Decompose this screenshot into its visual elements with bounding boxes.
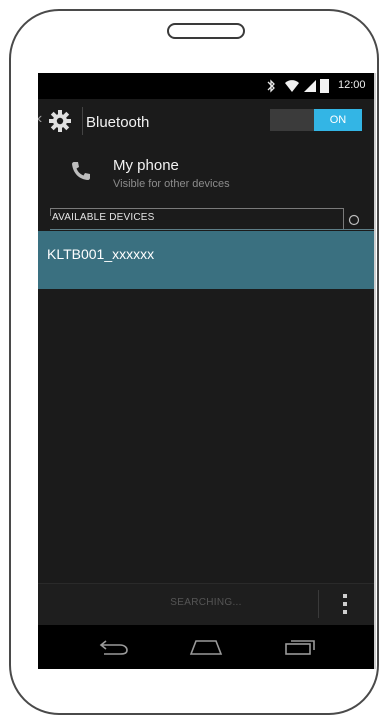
- screen-edge: [374, 73, 376, 669]
- list-item-device[interactable]: KLTB001_xxxxxx: [38, 231, 374, 289]
- status-bar: 12:00: [38, 73, 374, 99]
- status-time: 12:00: [338, 79, 366, 91]
- back-icon[interactable]: [98, 638, 130, 661]
- page-title: Bluetooth: [86, 114, 150, 131]
- bluetooth-toggle[interactable]: ON: [270, 109, 362, 131]
- signal-icon: [303, 79, 317, 96]
- section-divider-bottom: [50, 229, 374, 230]
- battery-icon: [320, 79, 329, 93]
- searching-status: SEARCHING...: [170, 597, 242, 608]
- bottom-bar-divider: [318, 590, 319, 618]
- phone-icon: [70, 160, 92, 187]
- section-divider-right: [343, 208, 344, 229]
- device-name: KLTB001_xxxxxx: [47, 246, 155, 262]
- my-phone-item[interactable]: My phone Visible for other devices: [38, 143, 374, 203]
- toggle-on-label: ON: [314, 109, 362, 131]
- available-devices-header: AVAILABLE DEVICES: [50, 208, 374, 230]
- section-divider-top: [50, 208, 344, 209]
- gear-icon[interactable]: [48, 109, 72, 138]
- home-icon[interactable]: [188, 638, 224, 661]
- overflow-menu-icon[interactable]: [342, 594, 348, 616]
- phone-screen: 12:00 ‹ Bluetooth O: [38, 73, 374, 669]
- my-phone-title: My phone: [113, 157, 179, 174]
- search-spinner-icon: [348, 213, 360, 231]
- my-phone-subtitle: Visible for other devices: [113, 178, 230, 190]
- navigation-bar: [38, 625, 374, 669]
- bluetooth-icon: [266, 79, 276, 96]
- bottom-bar: SEARCHING...: [38, 583, 374, 625]
- action-bar-divider: [82, 107, 83, 135]
- up-caret-icon[interactable]: ‹: [38, 110, 42, 128]
- speaker-grill: [167, 23, 245, 39]
- recent-apps-icon[interactable]: [283, 638, 317, 661]
- wifi-icon: [284, 79, 300, 96]
- action-bar: ‹ Bluetooth ON: [38, 99, 374, 143]
- available-devices-label: AVAILABLE DEVICES: [52, 212, 155, 223]
- section-divider-left: [50, 208, 51, 216]
